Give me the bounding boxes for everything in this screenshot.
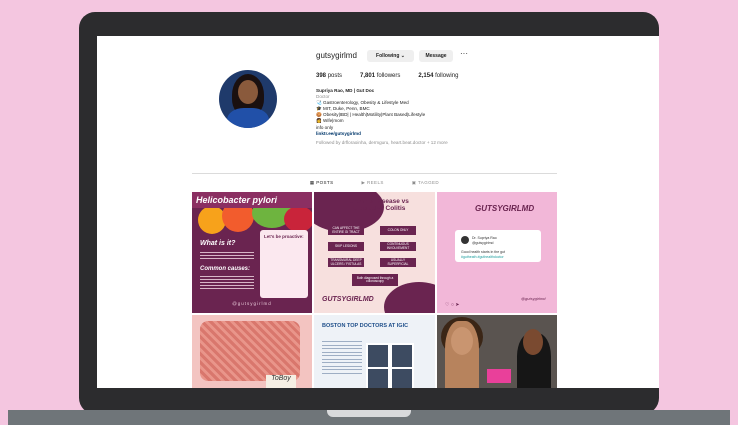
post-boston-top-doctors[interactable]: BOSTON TOP DOCTORS AT IGIC xyxy=(314,315,435,388)
doctor-photo xyxy=(366,367,390,388)
tab-tagged[interactable]: ▣ TAGGED xyxy=(412,180,439,186)
post-box: CONTINUOUS INVOLVEMENT xyxy=(380,242,416,251)
post-heading: Common causes: xyxy=(200,266,251,272)
card-text: Good health starts in the gut #gutheath #… xyxy=(461,250,505,259)
post-h-pylori[interactable]: Helicobacter pylori What is it? Common c… xyxy=(192,192,312,313)
ground-meat-image xyxy=(200,321,300,381)
following-stat[interactable]: 2,154 following xyxy=(418,73,458,79)
followed-by[interactable]: Followed by drfloraoinha, dermguru, hear… xyxy=(316,140,516,146)
post-logo: GUTSYGIRLMD xyxy=(475,204,535,213)
laptop-notch xyxy=(327,410,411,417)
post-selfie-photo[interactable] xyxy=(437,315,557,388)
post-footer: @gutsygirlmd xyxy=(232,301,272,306)
post-signature: @gutsygirlmd xyxy=(521,296,546,301)
card-name: Dr. Supriya Rao @gutsygirlmd xyxy=(472,236,497,245)
posts-grid: Helicobacter pylori What is it? Common c… xyxy=(192,192,557,388)
post-crohns-vs-uc[interactable]: Crohn's Disease vs Ulcerative Colitis CA… xyxy=(314,192,435,313)
profile-stats: 398 posts 7,801 followers 2,154 followin… xyxy=(316,73,458,79)
post-action-icons: ♡ ○ ➤ xyxy=(445,302,460,308)
more-options-icon[interactable]: ··· xyxy=(460,49,468,58)
following-button[interactable]: Following ⌄ xyxy=(367,50,414,62)
post-signature: GUTSYGIRLMD xyxy=(322,296,374,303)
profile-tabs: ▦ POSTS ▶ REELS ▣ TAGGED xyxy=(192,180,557,186)
post-title: BOSTON TOP DOCTORS AT IGIC xyxy=(322,323,409,329)
post-box: COLON ONLY xyxy=(380,226,416,235)
message-button[interactable]: Message xyxy=(419,50,453,62)
post-food-photo[interactable]: ToBoy xyxy=(192,315,312,388)
followers-stat[interactable]: 7,801 followers xyxy=(360,73,400,79)
post-heading: What is it? xyxy=(200,240,236,247)
post-box: TRANSMURAL DEEP ULCERS / FISTULAS xyxy=(328,258,364,267)
post-tweet-card[interactable]: GUTSYGIRLMD Dr. Supriya Rao @gutsygirlmd … xyxy=(437,192,557,313)
profile-bio: Supriya Rao, MD | Gut Doc Doctor 🩺 Gastr… xyxy=(316,88,516,146)
post-box: Both diagnosed through a colonoscopy xyxy=(352,274,398,286)
tab-reels[interactable]: ▶ REELS xyxy=(361,180,383,186)
posts-stat: 398 posts xyxy=(316,73,343,79)
profile-username: gutsygirlmd xyxy=(316,51,357,60)
post-card-title: Let's be proactive: xyxy=(264,234,304,239)
bio-link[interactable]: linktr.ee/gutsygirlmd xyxy=(316,131,516,137)
avatar xyxy=(461,236,469,244)
post-sticker: ToBoy xyxy=(266,375,296,388)
post-box: USUALLY SUPERFICIAL xyxy=(380,258,416,267)
post-box: CAN AFFECT THE ENTIRE GI TRACT xyxy=(328,226,364,235)
post-box: SKIP LESIONS xyxy=(328,242,364,251)
tab-posts[interactable]: ▦ POSTS xyxy=(310,180,334,186)
post-title: Crohn's Disease vs Ulcerative Colitis xyxy=(349,198,409,212)
doctor-photo xyxy=(390,343,414,369)
tabs-divider xyxy=(192,173,557,174)
post-title: Helicobacter pylori xyxy=(196,195,278,205)
doctor-photo xyxy=(390,367,414,388)
instagram-profile-screen: gutsygirlmd Following ⌄ Message ··· 398 … xyxy=(97,36,659,388)
profile-avatar[interactable] xyxy=(219,70,277,128)
doctor-photo xyxy=(366,343,390,369)
